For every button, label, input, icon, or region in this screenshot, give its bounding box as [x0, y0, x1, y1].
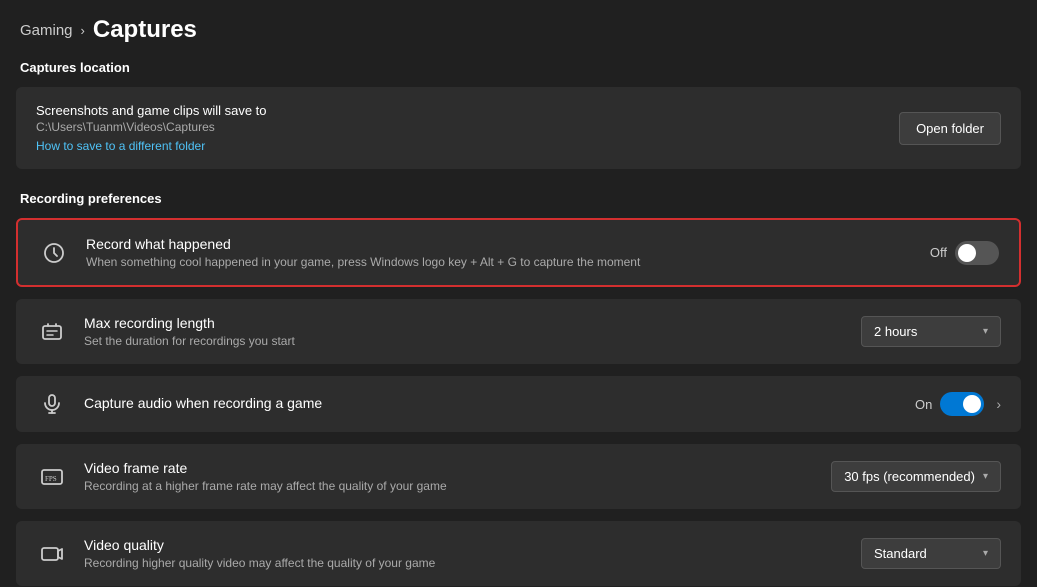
breadcrumb-separator: › — [81, 23, 85, 38]
max-recording-length-content: Max recording length Set the duration fo… — [84, 315, 845, 348]
capture-audio-toggle-label: On — [915, 397, 932, 412]
recording-preferences-label: Recording preferences — [0, 185, 1037, 214]
video-frame-rate-desc: Recording at a higher frame rate may aff… — [84, 479, 815, 493]
record-icon — [38, 241, 70, 265]
video-frame-rate-chevron: ▾ — [983, 471, 988, 482]
video-quality-content: Video quality Recording higher quality v… — [84, 537, 845, 570]
record-toggle-wrapper: Off — [930, 241, 999, 265]
max-recording-length-desc: Set the duration for recordings you star… — [84, 334, 845, 348]
video-frame-rate-action: 30 fps (recommended) ▾ — [831, 461, 1001, 492]
video-frame-rate-dropdown[interactable]: 30 fps (recommended) ▾ — [831, 461, 1001, 492]
video-frame-rate-value: 30 fps (recommended) — [844, 469, 975, 484]
captures-location-card: Screenshots and game clips will save to … — [16, 87, 1021, 169]
video-quality-title: Video quality — [84, 537, 845, 553]
max-recording-dropdown[interactable]: 2 hours ▾ — [861, 316, 1001, 347]
max-recording-length-title: Max recording length — [84, 315, 845, 331]
open-folder-button[interactable]: Open folder — [899, 112, 1001, 145]
record-what-happened-title: Record what happened — [86, 236, 914, 252]
svg-text:FPS: FPS — [45, 475, 57, 483]
capture-audio-toggle-wrapper: On — [915, 392, 984, 416]
capture-audio-expand-chevron[interactable]: › — [996, 396, 1001, 412]
recording-length-icon — [36, 320, 68, 344]
location-path: C:\Users\Tuanm\Videos\Captures — [36, 120, 267, 134]
record-toggle-thumb — [958, 244, 976, 262]
fps-icon: FPS — [36, 465, 68, 489]
record-what-happened-desc: When something cool happened in your gam… — [86, 255, 914, 269]
capture-audio-toggle[interactable] — [940, 392, 984, 416]
location-description: Screenshots and game clips will save to — [36, 103, 267, 118]
audio-icon — [36, 392, 68, 416]
max-recording-dropdown-container: 2 hours ▾ — [861, 316, 1001, 347]
max-recording-length-card: Max recording length Set the duration fo… — [16, 299, 1021, 364]
video-quality-card: Video quality Recording higher quality v… — [16, 521, 1021, 586]
record-toggle-label: Off — [930, 245, 947, 260]
video-quality-chevron: ▾ — [983, 548, 988, 559]
max-recording-chevron: ▾ — [983, 326, 988, 337]
max-recording-value: 2 hours — [874, 324, 917, 339]
record-toggle[interactable] — [955, 241, 999, 265]
capture-audio-card: Capture audio when recording a game On › — [16, 376, 1021, 432]
video-quality-dropdown[interactable]: Standard ▾ — [861, 538, 1001, 569]
change-folder-link[interactable]: How to save to a different folder — [36, 139, 205, 153]
video-quality-value: Standard — [874, 546, 927, 561]
capture-audio-action: On › — [915, 392, 1001, 416]
capture-audio-content: Capture audio when recording a game — [84, 395, 899, 414]
captures-location-label: Captures location — [0, 54, 1037, 83]
capture-audio-title: Capture audio when recording a game — [84, 395, 899, 411]
breadcrumb: Gaming › Captures — [0, 0, 1037, 54]
record-toggle-container: Off — [930, 241, 999, 265]
video-quality-desc: Recording higher quality video may affec… — [84, 556, 845, 570]
video-quality-action: Standard ▾ — [861, 538, 1001, 569]
record-what-happened-card: Record what happened When something cool… — [16, 218, 1021, 287]
page-title: Captures — [93, 16, 197, 44]
breadcrumb-parent[interactable]: Gaming — [20, 22, 73, 39]
video-frame-rate-content: Video frame rate Recording at a higher f… — [84, 460, 815, 493]
record-what-happened-content: Record what happened When something cool… — [86, 236, 914, 269]
video-frame-rate-card: FPS Video frame rate Recording at a high… — [16, 444, 1021, 509]
video-quality-icon — [36, 542, 68, 566]
video-frame-rate-title: Video frame rate — [84, 460, 815, 476]
location-info: Screenshots and game clips will save to … — [36, 103, 267, 153]
